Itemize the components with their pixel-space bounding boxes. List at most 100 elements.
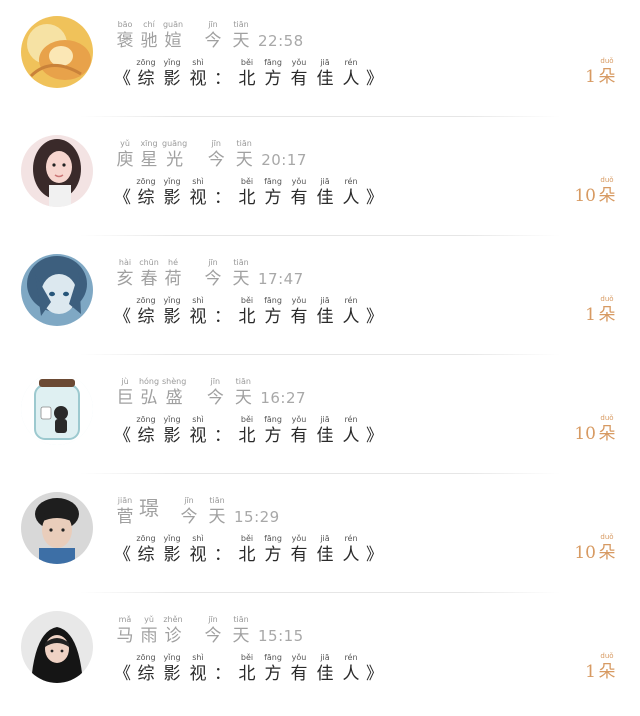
day-char-pinyin: jīn <box>184 496 194 505</box>
title-char: fāng 方 <box>262 296 284 328</box>
title-char-char: 影 <box>163 188 181 208</box>
title-char: rén 人 <box>340 296 362 328</box>
name-char-char: 巨 <box>116 388 134 408</box>
sender-line: hài 亥 chūn 春 hé 荷 jīn 今 tiān 天 17:47 <box>114 250 304 290</box>
gift-record-row[interactable]: hài 亥 chūn 春 hé 荷 jīn 今 tiān 天 17:47 《 zōng 综 yǐng 影 shì… <box>0 240 640 359</box>
title-char-pinyin: rén <box>344 415 358 424</box>
avatar[interactable] <box>21 16 93 88</box>
title-char: běi 北 <box>236 534 258 566</box>
hooded-boy-avatar-icon <box>21 611 93 683</box>
day-char: tiān 天 <box>230 20 252 52</box>
day-char-char: 天 <box>208 507 226 527</box>
name-char-char: 弘 <box>140 388 158 408</box>
name-char-pinyin: hài <box>118 258 132 267</box>
title-char-char: 视 <box>189 545 207 565</box>
name-char-pinyin: zhěn <box>163 615 183 624</box>
sender-name[interactable]: hài 亥 chūn 春 hé 荷 <box>114 258 184 290</box>
book-title[interactable]: 《 zōng 综 yǐng 影 shì 视 ： běi 北 fāng 方 yǒu 有 jiā 佳 rén 人》 <box>114 645 383 685</box>
title-char-char: 佳 <box>316 188 334 208</box>
title-char-pinyin: běi <box>240 415 254 424</box>
sender-line: mǎ 马 yǔ 雨 zhěn 诊 jīn 今 tiān 天 15:15 <box>114 607 304 647</box>
book-title[interactable]: 《 zōng 综 yǐng 影 shì 视 ： běi 北 fāng 方 yǒu 有 jiā 佳 rén 人》 <box>114 526 383 566</box>
title-char-char: 有 <box>290 307 308 327</box>
title-char-char: 有 <box>290 664 308 684</box>
name-char-char: 亥 <box>116 269 134 289</box>
title-char-pinyin: yǐng <box>163 296 181 305</box>
unit-char: duǒ 朵 <box>596 413 618 445</box>
avatar[interactable] <box>21 254 93 326</box>
timestamp: jīn 今 tiān 天 16:27 <box>204 377 306 409</box>
day-char: jīn 今 <box>202 20 224 52</box>
title-char-pinyin: shì <box>192 177 204 186</box>
colon: ： <box>214 664 231 684</box>
girl-portrait-avatar-icon <box>21 135 93 207</box>
title-char: běi 北 <box>236 415 258 447</box>
sender-name[interactable]: bāo 褒 chí 驰 guān 媗 <box>114 20 184 52</box>
title-char-pinyin: shì <box>192 653 204 662</box>
book-title[interactable]: 《 zōng 综 yǐng 影 shì 视 ： běi 北 fāng 方 yǒu 有 jiā 佳 rén 人》 <box>114 288 383 328</box>
book-title[interactable]: 《 zōng 综 yǐng 影 shì 视 ： běi 北 fāng 方 yǒu 有 jiā 佳 rén 人》 <box>114 169 383 209</box>
gift-record-row[interactable]: bāo 褒 chí 驰 guān 媗 jīn 今 tiān 天 22:58 《 zōng 综 yǐng 影 sh… <box>0 2 640 121</box>
count-value: 1 <box>585 67 596 87</box>
title-char-pinyin: běi <box>240 177 254 186</box>
title-char: yǐng 影 <box>161 58 183 90</box>
name-char: mǎ 马 <box>114 615 136 647</box>
name-char: xīng 星 <box>138 139 160 171</box>
title-char-pinyin: rén <box>344 177 358 186</box>
book-title[interactable]: 《 zōng 综 yǐng 影 shì 视 ： běi 北 fāng 方 yǒu 有 jiā 佳 rén 人》 <box>114 407 383 447</box>
title-char-char: 影 <box>163 545 181 565</box>
unit-char: duǒ 朵 <box>596 651 618 683</box>
title-char: rén 人 <box>340 653 362 685</box>
flower-count: 1 duǒ 朵 <box>585 56 618 88</box>
avatar[interactable] <box>21 492 93 564</box>
gift-record-row[interactable]: yǔ 庾 xīng 星 guāng 光 jīn 今 tiān 天 20:17 《 zōng 综 yǐng 影 s… <box>0 121 640 240</box>
title-char: shì 视 <box>187 534 209 566</box>
sender-name[interactable]: jù 巨 hóng 弘 shèng 盛 <box>114 377 187 409</box>
title-char-char: 视 <box>189 307 207 327</box>
colon: ： <box>214 188 231 208</box>
name-char-char: 褒 <box>116 31 134 51</box>
day-char-pinyin: jīn <box>208 20 218 29</box>
gift-record-row[interactable]: jù 巨 hóng 弘 shèng 盛 jīn 今 tiān 天 16:27 《 zōng 综 yǐng 影 s… <box>0 359 640 478</box>
avatar[interactable] <box>21 611 93 683</box>
title-char-pinyin: yǒu <box>291 296 307 305</box>
title-char-char: 佳 <box>316 545 334 565</box>
close-bracket: 》 <box>366 69 383 89</box>
title-char-pinyin: zōng <box>136 653 156 662</box>
book-title[interactable]: 《 zōng 综 yǐng 影 shì 视 ： běi 北 fāng 方 yǒu 有 jiā 佳 rén 人》 <box>114 50 383 90</box>
flower-count: 10 duǒ 朵 <box>574 532 618 564</box>
title-char-char: 综 <box>137 664 155 684</box>
name-char-pinyin: xīng <box>140 139 158 148</box>
title-char-pinyin: fāng <box>264 653 282 662</box>
open-bracket: 《 <box>114 188 131 208</box>
title-char: jiā 佳 <box>314 653 336 685</box>
day-char-pinyin: tiān <box>236 139 252 148</box>
title-char-char: 影 <box>163 307 181 327</box>
title-char-pinyin: jiā <box>320 58 330 67</box>
title-char-char: 方 <box>264 545 282 565</box>
title-char-char: 人 <box>342 426 360 446</box>
gift-record-row[interactable]: jiān 菅璟 jīn 今 tiān 天 15:29 《 zōng 综 yǐng 影 shì 视 ： běi 北… <box>0 478 640 597</box>
unit-char-pinyin: duǒ <box>600 57 614 65</box>
row-divider <box>80 116 560 117</box>
day-char-pinyin: tiān <box>233 258 249 267</box>
title-char-char: 北 <box>238 188 256 208</box>
sender-line: bāo 褒 chí 驰 guān 媗 jīn 今 tiān 天 22:58 <box>114 12 304 52</box>
gift-record-row[interactable]: mǎ 马 yǔ 雨 zhěn 诊 jīn 今 tiān 天 15:15 《 zōng 综 yǐng 影 shì 视… <box>0 597 640 716</box>
unit-char: duǒ 朵 <box>596 56 618 88</box>
title-char: fāng 方 <box>262 177 284 209</box>
timestamp: jīn 今 tiān 天 15:15 <box>202 615 304 647</box>
time-text: 16:27 <box>260 389 307 407</box>
sender-name[interactable]: mǎ 马 yǔ 雨 zhěn 诊 <box>114 615 184 647</box>
name-char-char: 盛 <box>165 388 183 408</box>
name-char: hài 亥 <box>114 258 136 290</box>
avatar[interactable] <box>21 373 93 445</box>
sender-name[interactable]: jiān 菅璟 <box>114 496 160 528</box>
sender-name[interactable]: yǔ 庾 xīng 星 guāng 光 <box>114 139 188 171</box>
avatar[interactable] <box>21 135 93 207</box>
name-char: shèng 盛 <box>162 377 186 409</box>
name-char-char: 星 <box>140 150 158 170</box>
colon: ： <box>214 307 231 327</box>
open-bracket: 《 <box>114 69 131 89</box>
name-char-char: 媗 <box>164 31 182 51</box>
